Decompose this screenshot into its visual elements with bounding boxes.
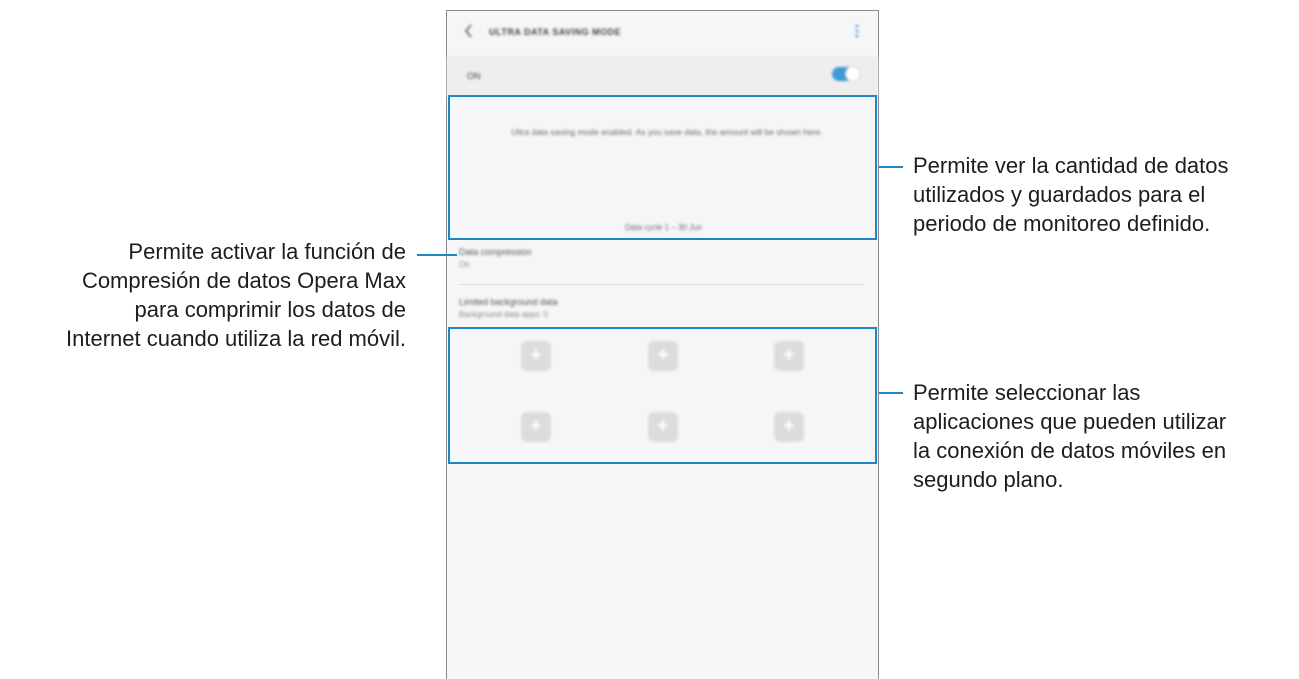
annotation-line: la conexión de datos móviles en xyxy=(913,438,1227,463)
annotation-line: segundo plano. xyxy=(913,467,1064,492)
master-toggle[interactable] xyxy=(832,66,861,82)
summary-leader-line xyxy=(879,166,903,168)
back-arrow-icon[interactable] xyxy=(463,23,477,41)
setting-status: Background data apps: 0 xyxy=(459,310,548,319)
switch-label: ON xyxy=(467,71,481,81)
annotation-line: periodo de monitoreo definido. xyxy=(913,211,1211,236)
toggle-knob xyxy=(845,66,861,82)
annotation-line: Permite ver la cantidad de datos xyxy=(913,153,1229,178)
annotation-line: Permite seleccionar las xyxy=(913,380,1141,405)
page-title: ULTRA DATA SAVING MODE xyxy=(489,27,622,37)
data-compression-setting[interactable]: Data compression On xyxy=(459,247,864,269)
annotation-line: Internet cuando utiliza la red móvil. xyxy=(66,326,406,351)
app-bar: ULTRA DATA SAVING MODE xyxy=(447,11,878,55)
setting-title: Data compression xyxy=(459,247,532,257)
compression-annotation: Permite activar la función de Compresión… xyxy=(0,237,406,353)
limited-background-data-setting[interactable]: Limited background data Background data … xyxy=(459,297,864,319)
setting-title: Limited background data xyxy=(459,297,558,307)
divider xyxy=(459,284,864,285)
annotation-line: Compresión de datos Opera Max xyxy=(81,268,406,293)
annotation-line: Permite activar la función de xyxy=(128,239,406,264)
compression-leader-line xyxy=(417,254,457,256)
more-options-icon[interactable] xyxy=(854,23,860,41)
apps-leader-line xyxy=(879,392,903,394)
annotation-line: para comprimir los datos de xyxy=(134,297,406,322)
annotation-line: utilizados y guardados para el xyxy=(913,182,1206,207)
annotation-line: aplicaciones que pueden utilizar xyxy=(913,409,1227,434)
summary-highlight-box xyxy=(448,95,877,240)
summary-annotation: Permite ver la cantidad de datos utiliza… xyxy=(913,151,1295,238)
master-switch-row[interactable]: ON xyxy=(447,57,878,96)
setting-status: On xyxy=(459,260,470,269)
app-slots-highlight-box xyxy=(448,327,877,464)
apps-annotation: Permite seleccionar las aplicaciones que… xyxy=(913,378,1295,494)
